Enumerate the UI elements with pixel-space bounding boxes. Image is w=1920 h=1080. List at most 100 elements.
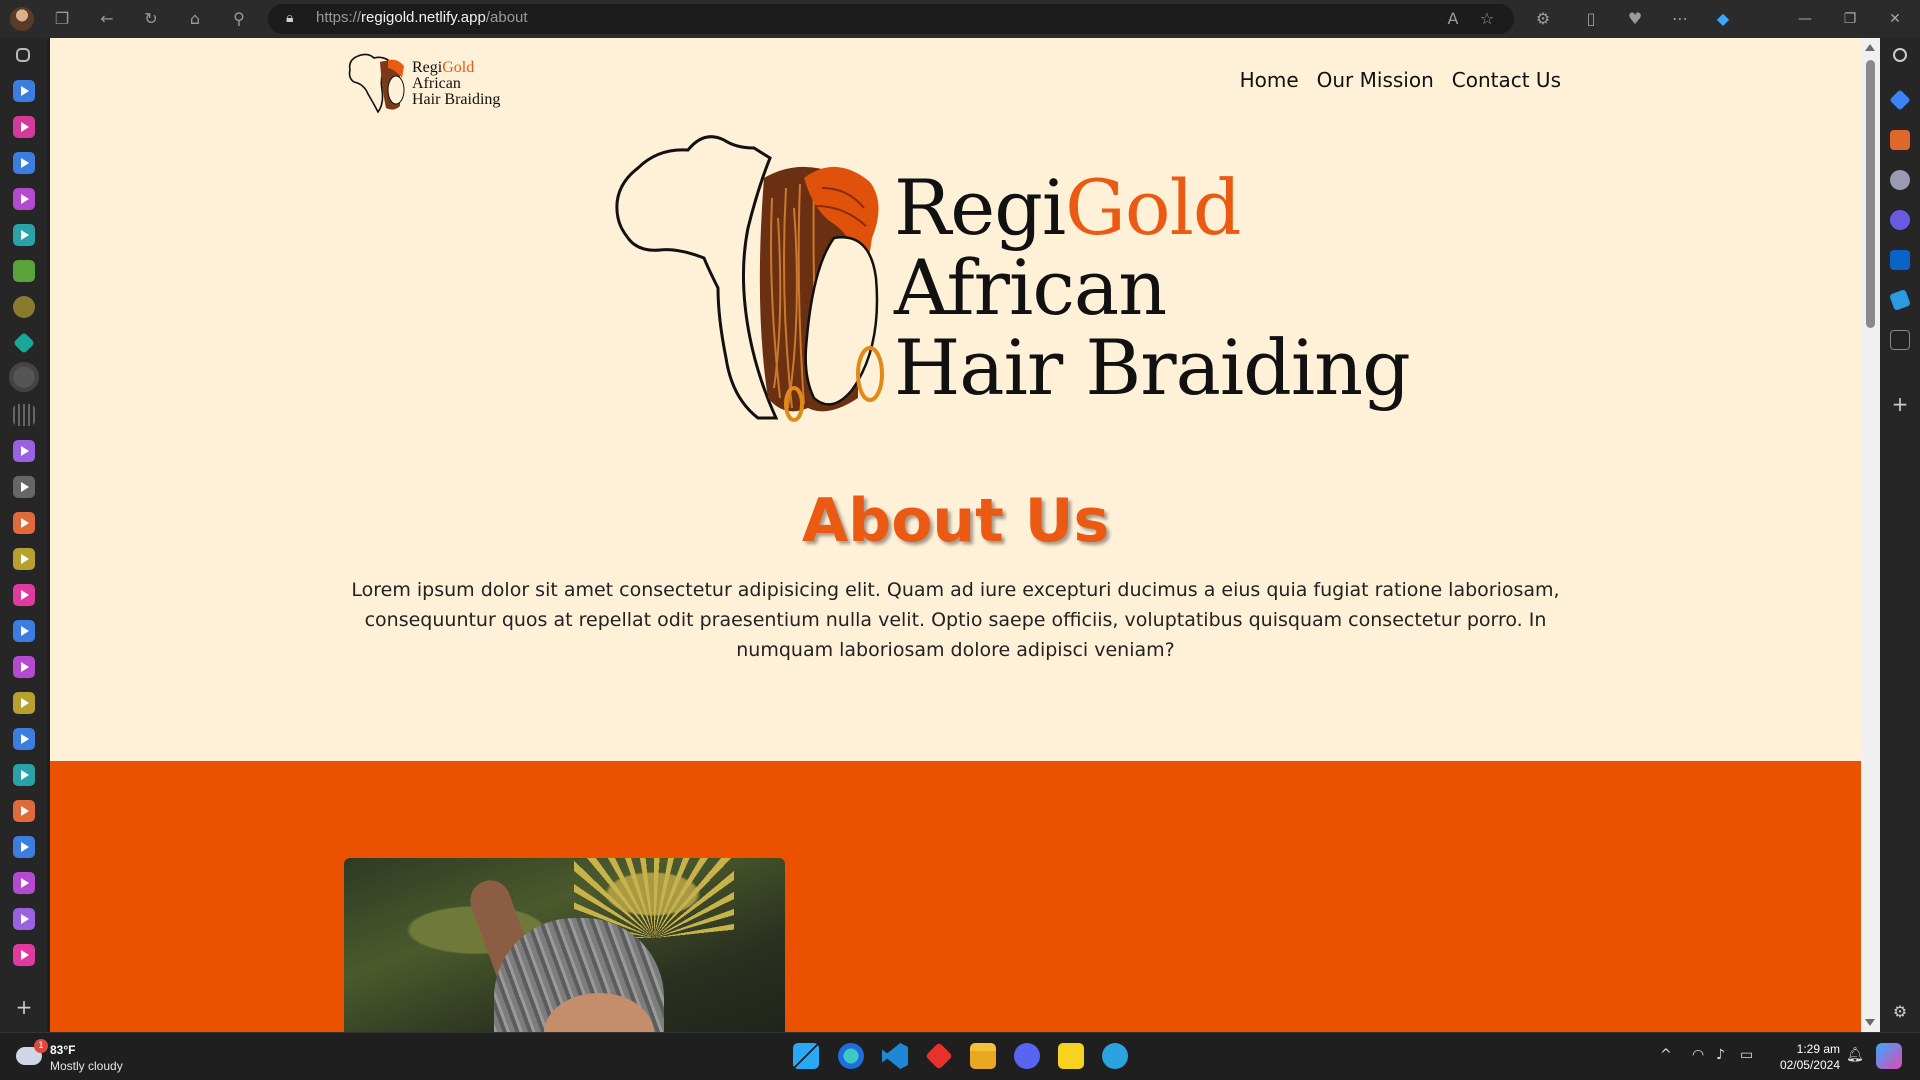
read-aloud-icon[interactable]: A bbox=[1442, 8, 1464, 30]
system-clock[interactable]: 1:29 am 02/05/2024 bbox=[1770, 1041, 1840, 1073]
tab-item[interactable] bbox=[13, 188, 35, 210]
extensions-icon[interactable]: ⚙ bbox=[1532, 8, 1554, 30]
settings-icon[interactable]: ⚙ bbox=[1890, 1002, 1910, 1022]
shopping-tag-icon[interactable] bbox=[1889, 89, 1911, 111]
profile-avatar[interactable] bbox=[10, 7, 34, 31]
sticky-notes-icon[interactable] bbox=[1058, 1043, 1084, 1069]
close-icon[interactable]: ✕ bbox=[1880, 8, 1910, 30]
start-icon[interactable] bbox=[793, 1043, 819, 1069]
tab-item[interactable] bbox=[13, 440, 35, 462]
restore-icon[interactable]: ❐ bbox=[1835, 8, 1865, 30]
africa-silhouette-icon bbox=[348, 53, 405, 114]
dev-tools-icon[interactable] bbox=[1890, 330, 1910, 350]
refresh-icon[interactable]: ↻ bbox=[140, 8, 162, 30]
tab-item[interactable] bbox=[13, 296, 35, 318]
logo-line-3: Hair Braiding bbox=[412, 91, 501, 108]
about-heading: About Us bbox=[801, 486, 1110, 556]
workspaces-icon[interactable]: ❐ bbox=[51, 8, 73, 30]
brand-title: RegiGold African Hair Braiding bbox=[894, 163, 1411, 412]
notifications-icon[interactable]: 🔔︎ bbox=[1846, 1047, 1864, 1063]
brand-line-1: RegiGold bbox=[894, 163, 1242, 252]
vscode-icon[interactable] bbox=[882, 1043, 908, 1069]
file-explorer-icon[interactable] bbox=[970, 1043, 996, 1069]
web-page: RegiGold African Hair Braiding Home Our … bbox=[50, 38, 1861, 1032]
telegram-sidebar-icon[interactable] bbox=[1889, 289, 1911, 311]
games-icon[interactable] bbox=[1890, 170, 1910, 190]
brand-line-3: Hair Braiding bbox=[894, 323, 1411, 412]
discord-icon[interactable] bbox=[1014, 1043, 1040, 1069]
copilot-sidebar-icon[interactable] bbox=[1890, 210, 1910, 230]
logo-line-1: RegiGold bbox=[412, 59, 475, 76]
notification-badge: 1 bbox=[34, 1039, 48, 1053]
add-sidebar-icon[interactable]: + bbox=[1890, 394, 1910, 414]
tab-item[interactable] bbox=[13, 260, 35, 282]
scroll-up-icon[interactable] bbox=[1865, 44, 1875, 51]
nav-mission-link[interactable]: Our Mission bbox=[1317, 68, 1434, 92]
scroll-down-icon[interactable] bbox=[1865, 1019, 1875, 1026]
sidebar-search-icon[interactable] bbox=[1893, 48, 1907, 62]
windows-taskbar: 1 83°F Mostly cloudy ^ ◠ ♪ ▭ 1:29 am 02/… bbox=[0, 1032, 1920, 1080]
copilot-taskbar-icon[interactable] bbox=[1876, 1043, 1902, 1069]
tab-item[interactable] bbox=[13, 512, 35, 534]
favorite-star-icon[interactable]: ☆ bbox=[1476, 8, 1498, 30]
split-screen-icon[interactable]: ▯ bbox=[1580, 8, 1602, 30]
volume-icon[interactable]: ♪ bbox=[1716, 1047, 1725, 1063]
back-icon[interactable]: ← bbox=[96, 8, 118, 30]
tab-item[interactable] bbox=[13, 620, 35, 642]
main-nav: Home Our Mission Contact Us bbox=[1240, 68, 1561, 92]
clock-time: 1:29 am bbox=[1796, 1042, 1840, 1056]
edge-sidebar: + ⚙ bbox=[1880, 38, 1920, 1032]
page-scrollbar[interactable] bbox=[1861, 38, 1880, 1032]
browser-toolbar: ❐ ← ↻ ⌂ ⚲ 🔒︎ https://regigold.netlify.ap… bbox=[0, 0, 1920, 38]
tools-icon[interactable] bbox=[1890, 130, 1910, 150]
tab-item[interactable] bbox=[13, 152, 35, 174]
tab-item[interactable] bbox=[13, 476, 35, 498]
tab-item[interactable] bbox=[13, 872, 35, 894]
nav-home-link[interactable]: Home bbox=[1240, 68, 1299, 92]
tab-item[interactable] bbox=[13, 728, 35, 750]
tab-item[interactable] bbox=[13, 404, 35, 426]
tab-item[interactable] bbox=[13, 80, 35, 102]
url-text: https://regigold.netlify.app/about bbox=[316, 9, 528, 26]
scroll-thumb[interactable] bbox=[1866, 60, 1875, 328]
lock-icon: 🔒︎ bbox=[286, 10, 294, 26]
copilot-icon[interactable]: ◆ bbox=[1712, 8, 1734, 30]
tab-item[interactable] bbox=[13, 224, 35, 246]
weather-temperature: 83°F bbox=[50, 1043, 76, 1057]
edge-taskbar-icon[interactable] bbox=[838, 1043, 864, 1069]
tab-item[interactable] bbox=[13, 584, 35, 606]
show-hidden-icons-icon[interactable]: ^ bbox=[1660, 1047, 1672, 1063]
vertical-tab-strip: + bbox=[0, 38, 47, 1032]
tab-item[interactable] bbox=[13, 116, 35, 138]
brand-line-2: African bbox=[894, 243, 1167, 332]
tab-item[interactable] bbox=[13, 692, 35, 714]
battery-icon[interactable]: ▭ bbox=[1740, 1047, 1753, 1063]
minimize-icon[interactable]: — bbox=[1790, 8, 1820, 30]
tab-item[interactable] bbox=[13, 656, 35, 678]
globe-icon[interactable] bbox=[9, 362, 39, 392]
weather-condition: Mostly cloudy bbox=[50, 1059, 123, 1073]
browser-essentials-icon[interactable]: ♥ bbox=[1624, 8, 1646, 30]
tab-item[interactable] bbox=[13, 836, 35, 858]
orange-section bbox=[50, 761, 1861, 1032]
site-logo[interactable]: RegiGold African Hair Braiding bbox=[344, 50, 514, 118]
address-bar[interactable]: 🔒︎ https://regigold.netlify.app/about A … bbox=[268, 4, 1514, 34]
new-tab-icon[interactable]: + bbox=[13, 996, 35, 1018]
tab-item[interactable] bbox=[13, 548, 35, 570]
outlook-icon[interactable] bbox=[1890, 250, 1910, 270]
wifi-icon[interactable]: ◠ bbox=[1692, 1047, 1704, 1063]
more-menu-icon[interactable]: ⋯ bbox=[1669, 8, 1691, 30]
home-icon[interactable]: ⌂ bbox=[184, 8, 206, 30]
tab-item[interactable] bbox=[13, 764, 35, 786]
tab-item[interactable] bbox=[13, 908, 35, 930]
tab-item[interactable] bbox=[13, 332, 35, 354]
tab-item[interactable] bbox=[13, 944, 35, 966]
tab-actions-icon[interactable] bbox=[16, 48, 30, 62]
search-icon[interactable]: ⚲ bbox=[228, 8, 250, 30]
git-app-icon[interactable] bbox=[925, 1042, 953, 1070]
nav-contact-link[interactable]: Contact Us bbox=[1452, 68, 1561, 92]
telegram-taskbar-icon[interactable] bbox=[1102, 1043, 1128, 1069]
braids-photo bbox=[344, 858, 785, 1032]
tab-item[interactable] bbox=[13, 800, 35, 822]
clock-date: 02/05/2024 bbox=[1779, 1058, 1840, 1072]
